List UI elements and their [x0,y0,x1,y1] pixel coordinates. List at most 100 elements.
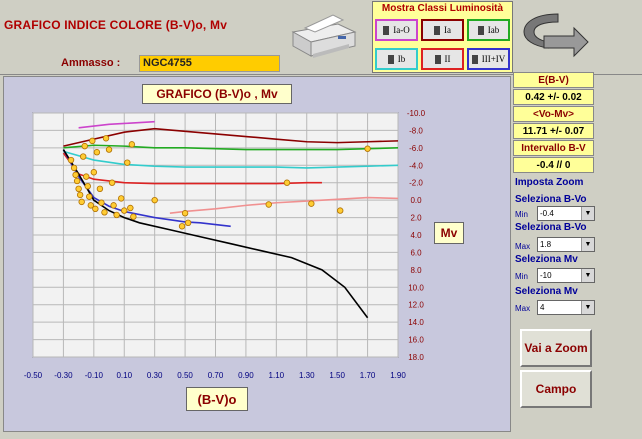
data-point [89,137,96,145]
data-point [364,145,371,152]
data-point [130,213,137,220]
data-point [178,223,186,230]
data-point [70,164,78,172]
x-tick-label: 1.30 [299,371,315,380]
class-button-ii[interactable]: II [421,48,464,70]
data-point [92,205,99,213]
x-tick-label: 0.30 [147,371,163,380]
printer-icon[interactable] [283,10,363,62]
back-arrow-icon[interactable] [518,8,590,60]
x-tick-label: 1.50 [329,371,345,380]
data-point [113,211,120,219]
x-tick-label: 0.70 [208,371,224,380]
y-axis-label: Mv [434,222,464,244]
checkbox-icon [383,25,390,35]
checkbox-icon [387,54,394,64]
y-tick-label: 2.0 [410,214,422,223]
chevron-down-icon[interactable]: ▼ [581,207,594,220]
intervallo-value: -0.4 // 0 [513,157,594,173]
data-point [108,179,116,186]
data-point [67,156,75,164]
hr-diagram-chart: -0.50 -0.30 -0.10 0.10 0.30 0.50 0.70 0.90 1.10 1… [24,109,426,380]
chart-title: GRAFICO (B-V)o , Mv [142,84,292,104]
x-tick-label: -0.10 [85,371,104,380]
x-tick-label: 1.90 [390,371,406,380]
class-button-iab[interactable]: Iab [467,19,510,41]
data-point [81,142,88,150]
chevron-down-icon[interactable]: ▼ [581,269,594,282]
x-tick-label: 0.10 [116,371,132,380]
y-tick-label: 18.0 [408,353,424,362]
data-point [75,185,82,193]
mv-min-value: -10 [540,271,552,280]
select-mv-label: Seleziona Mv [515,254,578,265]
y-tick-label: 12.0 [408,301,424,310]
class-label: III+IV [481,54,506,64]
mv-min-label: Min [515,272,528,281]
data-point [72,171,79,179]
data-point [86,193,93,200]
chevron-down-icon[interactable]: ▼ [581,301,594,314]
data-point [73,177,81,185]
class-button-ia[interactable]: Ia [421,19,464,41]
x-tick-label: 1.70 [360,371,376,380]
ammasso-label: Ammasso : [61,57,121,69]
data-point [93,149,101,156]
zoom-title: Imposta Zoom [515,177,584,188]
y-tick-label: -8.0 [409,126,423,135]
data-point [110,202,117,209]
app-title: GRAFICO INDICE COLORE (B-V)o, Mv [4,18,228,32]
x-tick-label: 0.50 [177,371,193,380]
x-tick-label: 0.90 [238,371,254,380]
data-point [90,169,98,176]
y-tick-label: 16.0 [408,336,424,345]
y-tick-label: -2.0 [409,179,423,188]
mv-min-select[interactable]: -10 ▼ [537,268,595,283]
data-point [105,146,113,153]
data-point [78,198,85,206]
y-tick-label: 10.0 [408,283,424,292]
mv-max-label: Max [515,304,531,313]
data-point [83,173,90,180]
class-label: Ia [444,25,451,35]
ammasso-field[interactable]: NGC4755 [139,55,280,72]
select-bv-label-2: Seleziona B-Vo [515,222,587,233]
checkbox-icon [434,54,441,64]
data-point [308,200,315,207]
x-axis-label: (B-V)o [186,387,248,411]
x-tick-label: -0.50 [24,371,43,380]
data-point [96,185,104,193]
chevron-down-icon[interactable]: ▼ [581,238,594,251]
y-tick-label: -6.0 [409,144,423,153]
class-button-iii-iv[interactable]: III+IV [467,48,510,70]
class-label: Ib [397,54,406,64]
data-point [98,199,105,206]
intervallo-label: Intervallo B-V [513,140,594,156]
campo-button[interactable]: Campo [520,370,592,408]
data-point [337,207,344,214]
y-tick-label: 0.0 [410,196,422,205]
y-tick-label: 8.0 [410,266,422,275]
data-point [84,182,91,190]
y-tick-label: 6.0 [410,248,422,257]
data-point [79,153,87,160]
x-tick-label: -0.30 [54,371,73,380]
bv-min-select[interactable]: -0.4 ▼ [537,206,595,221]
data-point [124,159,131,166]
y-tick-label: -4.0 [409,161,423,170]
data-point [184,219,192,226]
class-label: Ia-O [393,25,410,35]
luminosity-classes-title: Mostra Classi Luminosità [381,3,504,14]
bv-max-select[interactable]: 1.8 ▼ [537,237,595,252]
zoom-button[interactable]: Vai a Zoom [520,329,592,367]
ebv-value: 0.42 +/- 0.02 [513,89,594,105]
data-point [76,191,84,199]
class-button-ib[interactable]: Ib [375,48,418,70]
class-button-ia-o[interactable]: Ia-O [375,19,418,41]
data-point [101,209,108,216]
bv-max-value: 1.8 [540,240,552,249]
checkbox-icon [434,25,440,35]
data-point [102,135,110,142]
mv-max-select[interactable]: 4 ▼ [537,300,595,315]
bv-min-label: Min [515,210,528,219]
